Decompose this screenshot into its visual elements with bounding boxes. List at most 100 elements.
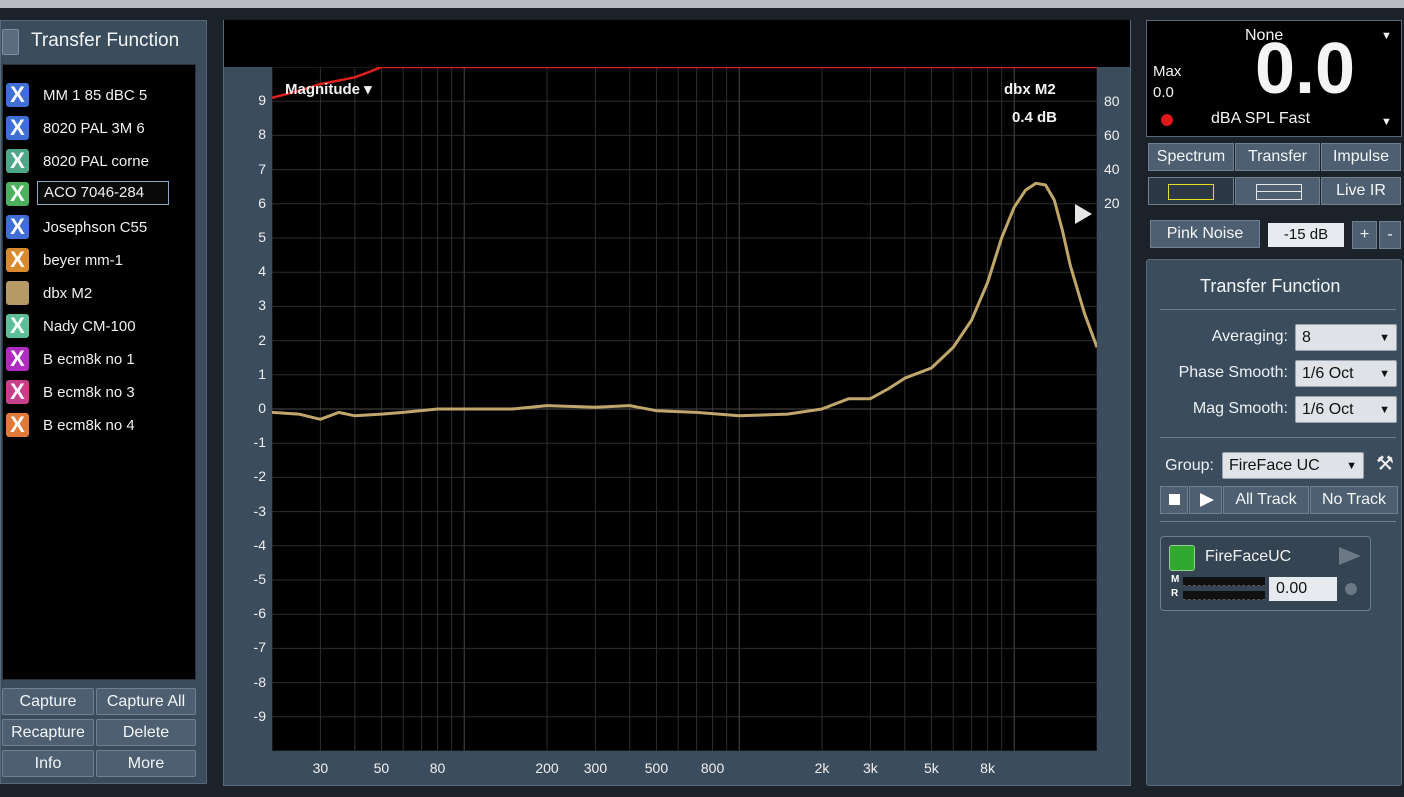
no-track-button[interactable]: No Track — [1310, 486, 1398, 514]
capture-button[interactable]: Capture — [2, 688, 94, 715]
trace-hidden-icon[interactable]: X — [6, 248, 29, 272]
mode-dropdown-icon[interactable]: ▼ — [1381, 116, 1392, 128]
trace-hidden-icon[interactable]: X — [6, 314, 29, 338]
y-tick-label: 4 — [258, 263, 266, 280]
trace-label: Nady CM-100 — [43, 318, 136, 335]
y-tick-label: 0 — [258, 400, 266, 416]
play-button[interactable] — [1189, 486, 1222, 514]
y-tick-label: -8 — [253, 673, 266, 690]
y2-tick-label: 20 — [1104, 195, 1120, 211]
level-plus-button[interactable]: + — [1352, 221, 1377, 249]
tab-spectrum[interactable]: Spectrum — [1148, 143, 1234, 171]
y2-tick-label: 40 — [1104, 161, 1120, 177]
trace-hidden-icon[interactable]: X — [6, 347, 29, 371]
tab-impulse[interactable]: Impulse — [1321, 143, 1401, 171]
info-button[interactable]: Info — [2, 750, 94, 777]
view-split-button[interactable] — [1235, 177, 1320, 205]
expand-arrow-icon[interactable] — [1339, 547, 1361, 565]
trace-readout-name: dbx M2 — [1004, 81, 1056, 98]
more-button[interactable]: More — [96, 750, 196, 777]
x-tick-label: 3k — [863, 760, 878, 776]
delete-button[interactable]: Delete — [96, 719, 196, 746]
y-tick-label: -6 — [253, 605, 266, 622]
trace-label: B ecm8k no 3 — [43, 384, 135, 401]
x-tick-label: 80 — [429, 760, 446, 776]
stop-icon — [1169, 494, 1180, 505]
trace-item[interactable]: X B ecm8k no 1 — [3, 343, 193, 373]
single-plot-icon — [1168, 184, 1214, 200]
level-minus-button[interactable]: - — [1379, 221, 1401, 249]
mag-smooth-label: Mag Smooth: — [1192, 400, 1288, 417]
group-select[interactable]: FireFace UC ▼ — [1222, 452, 1364, 479]
plot-area[interactable] — [271, 65, 1099, 752]
device-gain-field[interactable]: 0.00 — [1269, 577, 1337, 601]
level-handle-icon[interactable] — [1075, 204, 1092, 224]
trace-readout-value: 0.4 dB — [1012, 109, 1058, 126]
phase-smooth-select[interactable]: 1/6 Oct ▼ — [1295, 360, 1397, 387]
trace-hidden-icon[interactable]: X — [6, 215, 29, 239]
mag-smooth-value: 1/6 Oct — [1302, 401, 1354, 418]
trace-hidden-icon[interactable]: X — [6, 413, 29, 437]
y-tick-label: -7 — [253, 639, 266, 656]
x-tick-label: 800 — [700, 760, 725, 776]
trace-visible-icon[interactable] — [6, 281, 29, 305]
all-track-button[interactable]: All Track — [1223, 486, 1309, 514]
device-active-icon[interactable] — [1169, 545, 1195, 571]
device-name: FireFaceUC — [1205, 548, 1292, 565]
meter-r-bar — [1183, 591, 1265, 600]
spl-meter[interactable]: None ▼ Max 0.0 0.0 dBA SPL Fast ▼ — [1146, 20, 1402, 137]
divider — [1160, 437, 1396, 438]
meter-max-label: Max — [1153, 63, 1182, 80]
meter-r-label: R — [1171, 588, 1179, 599]
tab-transfer[interactable]: Transfer — [1235, 143, 1320, 171]
coherence-trace-line — [271, 65, 1097, 100]
y-tick-label: -1 — [253, 434, 266, 451]
x-tick-label: 2k — [814, 760, 830, 776]
capture-all-button[interactable]: Capture All — [96, 688, 196, 715]
pink-noise-button[interactable]: Pink Noise — [1150, 220, 1260, 248]
trace-item[interactable]: X B ecm8k no 4 — [3, 409, 193, 439]
averaging-select[interactable]: 8 ▼ — [1295, 324, 1397, 351]
stop-button[interactable] — [1160, 486, 1188, 514]
trace-item[interactable]: X ACO 7046-284 — [3, 178, 193, 208]
trace-item[interactable]: X 8020 PAL corne — [3, 145, 193, 175]
tools-icon[interactable]: ⚒ — [1372, 451, 1398, 477]
trace-item[interactable]: X Josephson C55 — [3, 211, 193, 241]
trace-item[interactable]: X B ecm8k no 3 — [3, 376, 193, 406]
view-selector[interactable]: Magnitude ▾ — [285, 80, 372, 98]
trace-hidden-icon[interactable]: X — [6, 116, 29, 140]
trace-item[interactable]: Xbeyer mm-1 — [3, 244, 193, 274]
chevron-down-icon: ▼ — [1379, 404, 1390, 416]
trace-label: beyer mm-1 — [43, 252, 124, 269]
live-ir-button[interactable]: Live IR — [1321, 177, 1401, 205]
trace-item[interactable]: X 8020 PAL 3M 6 — [3, 112, 193, 142]
chevron-down-icon: ▼ — [1379, 332, 1390, 344]
x-tick-label: 500 — [644, 760, 669, 776]
view-single-button[interactable] — [1148, 177, 1234, 205]
x-tick-label: 200 — [535, 760, 559, 776]
divider — [1160, 309, 1396, 310]
trace-item[interactable]: X Nady CM-100 — [3, 310, 193, 340]
trace-label: B ecm8k no 4 — [43, 417, 135, 434]
x-tick-label: 30 — [312, 760, 329, 776]
trace-hidden-icon[interactable]: X — [6, 380, 29, 404]
trace-hidden-icon[interactable]: X — [6, 149, 29, 173]
y2-tick-label: 60 — [1104, 127, 1120, 143]
averaging-label: Averaging: — [1211, 328, 1288, 345]
generator-level-field[interactable]: -15 dB — [1268, 223, 1344, 247]
trace-item[interactable]: X MM 1 85 dBC 5 — [3, 79, 193, 109]
mag-smooth-select[interactable]: 1/6 Oct ▼ — [1295, 396, 1397, 423]
recapture-button[interactable]: Recapture — [2, 719, 94, 746]
panel-toggle-button[interactable] — [2, 29, 19, 55]
trace-hidden-icon[interactable]: X — [6, 182, 29, 206]
trace-item[interactable]: dbx M2 — [3, 277, 193, 307]
y-tick-label: 9 — [258, 92, 266, 109]
trace-hidden-icon[interactable]: X — [6, 83, 29, 107]
averaging-value: 8 — [1302, 329, 1311, 346]
trace-label: B ecm8k no 1 — [43, 351, 135, 368]
phase-smooth-value: 1/6 Oct — [1302, 365, 1354, 382]
trace-list[interactable]: X MM 1 85 dBC 5 X 8020 PAL 3M 6 X 8020 PAL co… — [2, 64, 196, 680]
source-dropdown-icon[interactable]: ▼ — [1381, 30, 1392, 42]
status-dot-icon — [1345, 583, 1357, 595]
trace-label: dbx M2 — [43, 285, 93, 302]
